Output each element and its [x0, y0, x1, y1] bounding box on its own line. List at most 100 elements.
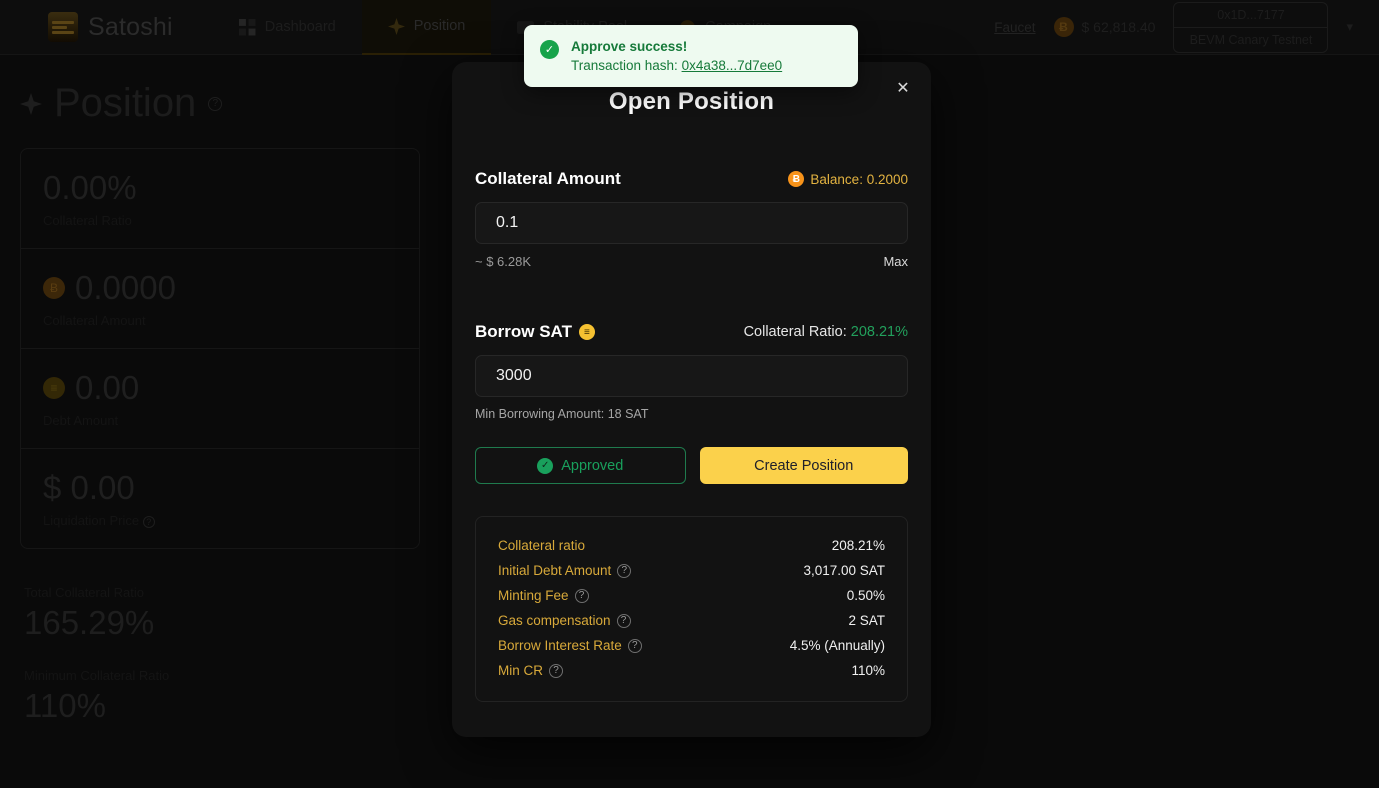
toast-hash-label: Transaction hash: — [571, 58, 682, 73]
summary-key: Gas compensation? — [498, 613, 631, 628]
toast-subtitle: Transaction hash: 0x4a38...7d7ee0 — [571, 58, 782, 73]
stat-collateral-ratio: 0.00% Collateral Ratio — [21, 149, 419, 248]
page-title: Position ? — [20, 81, 420, 126]
borrow-field-header: Borrow SAT ≡ Collateral Ratio: 208.21% — [475, 322, 908, 342]
transaction-hash-link[interactable]: 0x4a38...7d7ee0 — [682, 58, 783, 73]
collateral-amount-input[interactable] — [496, 214, 887, 232]
summary-key: Min CR? — [498, 663, 564, 678]
stat-label: Collateral Amount — [43, 313, 146, 328]
btc-icon: Ƀ — [788, 171, 805, 187]
position-icon — [20, 92, 42, 115]
global-totals: Total Collateral Ratio 165.29% Minimum C… — [20, 585, 420, 725]
btc-icon: Ƀ — [43, 277, 65, 299]
summary-value: 4.5% (Annually) — [789, 638, 885, 653]
nav-tab-dashboard-label: Dashboard — [264, 19, 336, 35]
page-title-help-icon[interactable]: ? — [208, 96, 223, 111]
nav-right-cluster: Faucet Ƀ $ 62,818.40 0x1D...7177 BEVM Ca… — [994, 1, 1361, 53]
collateral-ratio-value: 208.21% — [850, 324, 908, 340]
liquidation-price-help-icon[interactable]: ? — [142, 516, 155, 528]
borrow-amount-input-wrap[interactable] — [475, 355, 908, 397]
collateral-balance-text: Balance: 0.2000 — [810, 171, 908, 187]
stat-debt-amount: ≡ 0.00 Debt Amount — [21, 348, 419, 448]
stat-label-text: Liquidation Price — [43, 513, 140, 528]
stat-value: 0.00 — [75, 369, 140, 406]
btc-icon: Ƀ — [1053, 17, 1074, 37]
close-icon[interactable]: ✕ — [891, 76, 915, 100]
help-icon[interactable]: ? — [574, 588, 589, 603]
summary-row: Minting Fee? 0.50% — [498, 583, 885, 608]
summary-row: Gas compensation? 2 SAT — [498, 608, 885, 633]
wallet-address: 0x1D...7177 — [1217, 7, 1285, 22]
max-button[interactable]: Max — [883, 254, 908, 269]
sat-token-icon: ≡ — [43, 377, 65, 399]
stat-collateral-amount: Ƀ 0.0000 Collateral Amount — [21, 248, 419, 348]
nav-tab-position-label: Position — [413, 18, 466, 34]
stat-label: Liquidation Price ? — [43, 513, 397, 528]
create-position-button-label: Create Position — [754, 457, 854, 474]
app-root: Satoshi Dashboard Position Faucet Ƀ $ 62… — [0, 0, 1379, 788]
minimum-collateral-ratio-label: Minimum Collateral Ratio — [24, 668, 170, 683]
total-collateral-ratio-value: 165.29% — [24, 604, 155, 641]
approve-success-toast: ✓ Approve success! Transaction hash: 0x4… — [524, 25, 858, 87]
summary-key: Borrow Interest Rate? — [498, 638, 642, 653]
help-icon[interactable]: ? — [617, 563, 632, 578]
stat-value: 0.0000 — [75, 269, 176, 306]
chevron-down-icon[interactable]: ▾ — [1346, 19, 1353, 35]
collateral-sub-row: ~ $ 6.28K Max — [475, 254, 908, 269]
minimum-collateral-ratio-value: 110% — [24, 687, 106, 724]
summary-value: 3,017.00 SAT — [803, 563, 885, 578]
btc-price-value: $ 62,818.40 — [1081, 19, 1156, 35]
brand-name: Satoshi — [88, 12, 173, 41]
borrow-sat-label-text: Borrow SAT — [475, 322, 572, 341]
position-summary-panel: Collateral ratio 208.21% Initial Debt Am… — [475, 516, 908, 702]
summary-key-text: Minting Fee — [498, 588, 569, 603]
summary-key-text: Initial Debt Amount — [498, 563, 612, 578]
min-borrowing-hint: Min Borrowing Amount: 18 SAT — [475, 407, 649, 421]
btc-price-chip: Ƀ $ 62,818.40 — [1053, 17, 1156, 37]
summary-key-text: Borrow Interest Rate — [498, 638, 622, 653]
help-icon[interactable]: ? — [616, 613, 631, 628]
brand-logo[interactable]: Satoshi — [48, 12, 173, 42]
wallet-chip[interactable]: 0x1D...7177 BEVM Canary Testnet — [1173, 1, 1329, 53]
satoshi-logo-icon — [48, 12, 78, 42]
collateral-balance: Ƀ Balance: 0.2000 — [788, 171, 908, 187]
position-icon — [387, 17, 405, 35]
nav-tab-position[interactable]: Position — [361, 0, 492, 55]
help-icon[interactable]: ? — [549, 663, 564, 678]
borrow-amount-input[interactable] — [496, 367, 887, 385]
summary-key: Collateral ratio — [498, 538, 585, 553]
total-collateral-ratio-block: Total Collateral Ratio 165.29% — [24, 585, 420, 642]
stat-liquidation-price: $ 0.00 Liquidation Price ? — [21, 448, 419, 548]
create-position-button[interactable]: Create Position — [699, 447, 908, 484]
grid-icon — [238, 18, 256, 35]
summary-key-text: Min CR — [498, 663, 544, 678]
summary-key-text: Collateral ratio — [498, 538, 586, 553]
approved-button[interactable]: ✓ Approved — [475, 447, 686, 484]
faucet-link[interactable]: Faucet — [994, 20, 1035, 35]
sat-token-icon: ≡ — [578, 324, 595, 340]
minimum-collateral-ratio-block: Minimum Collateral Ratio 110% — [24, 668, 420, 725]
total-collateral-ratio-label: Total Collateral Ratio — [24, 585, 144, 600]
toast-content: Approve success! Transaction hash: 0x4a3… — [571, 39, 782, 73]
summary-key-text: Gas compensation — [498, 613, 611, 628]
summary-key: Initial Debt Amount? — [498, 563, 632, 578]
approved-button-label: Approved — [561, 457, 624, 474]
modal-actions: ✓ Approved Create Position — [475, 447, 908, 484]
page-title-text: Position — [54, 81, 197, 125]
summary-value: 208.21% — [831, 538, 885, 553]
collateral-field-header: Collateral Amount Ƀ Balance: 0.2000 — [475, 169, 908, 189]
borrow-sat-label: Borrow SAT ≡ — [475, 322, 595, 342]
nav-tab-dashboard[interactable]: Dashboard — [213, 0, 362, 55]
summary-key: Minting Fee? — [498, 588, 589, 603]
collateral-ratio-readout: Collateral Ratio: 208.21% — [744, 324, 908, 340]
summary-value: 2 SAT — [848, 613, 885, 628]
check-circle-icon: ✓ — [537, 457, 554, 474]
summary-row: Initial Debt Amount? 3,017.00 SAT — [498, 558, 885, 583]
help-icon[interactable]: ? — [627, 638, 642, 653]
summary-value: 110% — [851, 663, 885, 678]
modal-body: Collateral Amount Ƀ Balance: 0.2000 ~ $ … — [452, 169, 931, 702]
open-position-modal: ✕ Open Position Collateral Amount Ƀ Bala… — [452, 62, 931, 737]
collateral-amount-input-wrap[interactable] — [475, 202, 908, 244]
position-page: Position ? 0.00% Collateral Ratio Ƀ 0.00… — [0, 55, 440, 751]
summary-value: 0.50% — [846, 588, 885, 603]
